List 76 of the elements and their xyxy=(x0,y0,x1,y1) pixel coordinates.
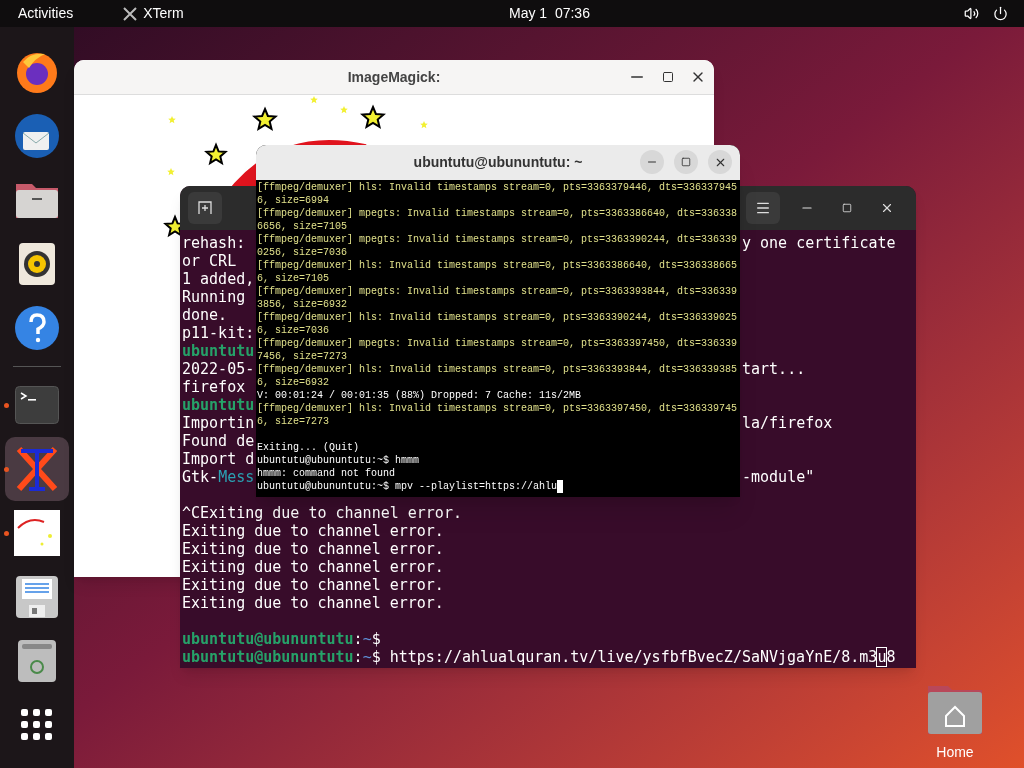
trash-icon xyxy=(17,639,57,683)
terminal-line: 0256, size=7036 xyxy=(257,246,347,259)
power-icon[interactable] xyxy=(993,6,1008,21)
activities-button[interactable]: Activities xyxy=(18,3,74,24)
maximize-button[interactable] xyxy=(674,150,698,174)
terminal-line: 3856, size=6932 xyxy=(257,298,347,311)
terminal-line: 2022-05- xyxy=(182,360,255,378)
terminal-line: 6656, size=7105 xyxy=(257,220,347,233)
terminal-line: hmmm: command not found xyxy=(257,467,396,480)
terminal-line: V: 00:01:24 / 00:01:35 (88%) Dropped: 7 Cache: 11s/2MB xyxy=(257,389,582,402)
terminal-line: Gtk-Mess xyxy=(182,468,255,486)
terminal-line: la/firefox xyxy=(742,414,833,432)
terminal-line: Running xyxy=(182,288,247,306)
floppy-icon xyxy=(15,575,59,619)
minimize-button[interactable] xyxy=(640,150,664,174)
terminal-line: Exiting due to channel error. xyxy=(182,540,444,558)
terminal-line: or CRL xyxy=(182,252,237,270)
terminal-line: Exiting due to channel error. xyxy=(182,558,444,576)
terminal-line: Exiting due to channel error. xyxy=(182,522,444,540)
terminal-line: Exiting due to channel error. xyxy=(182,594,444,612)
terminal-line: 1 added, xyxy=(182,270,255,288)
terminal-line: [ffmpeg/demuxer] hls: Invalid timestamps stream=0, pts=3363379446, dts=336337945 xyxy=(257,181,738,194)
terminal-line: 6, size=7105 xyxy=(257,272,329,285)
new-tab-button[interactable] xyxy=(188,192,222,224)
terminal-line: Import d xyxy=(182,450,255,468)
terminal-line: rehash: xyxy=(182,234,247,252)
terminal-line: ubuntutu@ubununtutu:~$ mpv --playlist=https://ahlu xyxy=(257,480,558,493)
terminal-line: [ffmpeg/demuxer] mpegts: Invalid timestamps stream=0, pts=3363390244, dts=336339 xyxy=(257,233,738,246)
terminal-line: ^CExiting due to channel error. xyxy=(182,504,462,522)
terminal-line: ubuntutu@ubununtutu:~$ xyxy=(182,630,381,648)
grid-icon xyxy=(21,709,53,741)
menu-button[interactable] xyxy=(746,192,780,224)
terminal-line: 6, size=7036 xyxy=(257,324,329,337)
maximize-icon xyxy=(681,157,691,167)
terminal-line: 6, size=7273 xyxy=(257,415,329,428)
new-tab-icon xyxy=(198,201,212,215)
close-icon[interactable] xyxy=(880,201,894,215)
terminal-line: Exiting due to channel error. xyxy=(182,576,444,594)
terminal-line: done. xyxy=(182,306,228,324)
browser-icon xyxy=(15,50,59,94)
terminal-line: ubuntutu@ubununtutu:~$ hmmm xyxy=(257,454,420,467)
terminal-icon xyxy=(15,386,59,424)
x-logo-icon xyxy=(123,6,138,21)
help-icon xyxy=(14,305,60,351)
terminal-line: ubuntutu xyxy=(182,342,255,360)
terminal-line: -module" xyxy=(742,468,815,486)
terminal-line: Found de xyxy=(182,432,255,450)
terminal-line: [ffmpeg/demuxer] hls: Invalid timestamps stream=0, pts=3363393844, dts=336339385 xyxy=(257,363,738,376)
terminal-line: 7456, size=7273 xyxy=(257,350,347,363)
terminal-line: [ffmpeg/demuxer] hls: Invalid timestamps stream=0, pts=3363386640, dts=336338665 xyxy=(257,259,738,272)
mail-icon xyxy=(13,112,61,160)
terminal-line: firefox xyxy=(182,378,247,396)
terminal-line: 6, size=6932 xyxy=(257,376,329,389)
menu-icon xyxy=(755,200,771,216)
terminal-line: y one certificate xyxy=(742,234,896,252)
window-title: ubuntutu@ubununtutu: ~ xyxy=(413,153,583,172)
terminal-line: [ffmpeg/demuxer] mpegts: Invalid timestamps stream=0, pts=3363397450, dts=336339 xyxy=(257,337,738,350)
terminal-line: tart... xyxy=(742,360,806,378)
terminal-line: ubuntutu xyxy=(182,396,255,414)
window-title: ImageMagick: xyxy=(347,67,441,87)
terminal-line: 6, size=6994 xyxy=(257,194,329,207)
terminal-line: Importin xyxy=(182,414,255,432)
terminal-line: [ffmpeg/demuxer] mpegts: Invalid timestamps stream=0, pts=3363386640, dts=336338 xyxy=(257,207,738,220)
terminal-line: [ffmpeg/demuxer] hls: Invalid timestamps stream=0, pts=3363397450, dts=336339745 xyxy=(257,402,738,415)
maximize-icon[interactable] xyxy=(662,71,674,83)
app-menu[interactable]: XTerm xyxy=(143,3,184,24)
close-button[interactable] xyxy=(708,150,732,174)
thumbnail-icon xyxy=(14,510,60,556)
terminal-line: Exiting... (Quit) xyxy=(257,441,360,454)
volume-icon[interactable] xyxy=(964,6,979,21)
terminal-line: [ffmpeg/demuxer] hls: Invalid timestamps stream=0, pts=3363390244, dts=336339025 xyxy=(257,311,738,324)
clock[interactable]: May 1 07:36 xyxy=(509,3,590,24)
terminal-line: p11-kit: xyxy=(182,324,255,342)
terminal-line: [ffmpeg/demuxer] mpegts: Invalid timestamps stream=0, pts=3363393844, dts=336339 xyxy=(257,285,738,298)
speaker-icon xyxy=(18,242,56,286)
home-label: Home xyxy=(936,743,974,762)
